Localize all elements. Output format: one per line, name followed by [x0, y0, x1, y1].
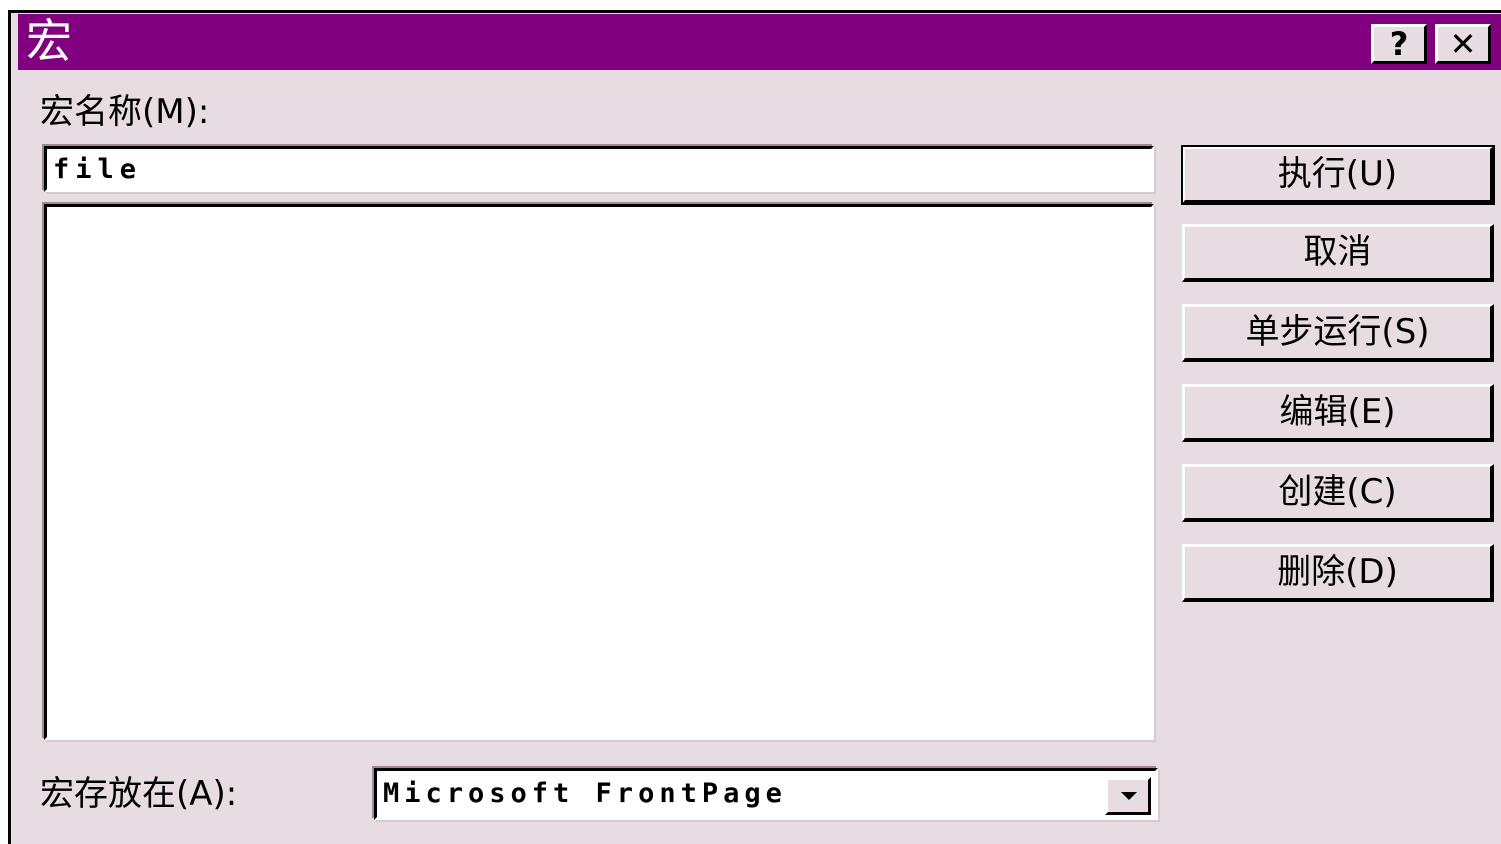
help-button[interactable]: ?: [1371, 24, 1427, 64]
macro-name-input[interactable]: file: [44, 146, 1154, 192]
macro-name-label: 宏名称(M):: [40, 92, 210, 132]
window-title: 宏: [26, 14, 72, 68]
macros-in-select[interactable]: Microsoft FrontPage: [374, 768, 1158, 820]
title-bar: 宏 ? ✕: [18, 14, 1501, 70]
macro-list[interactable]: [44, 204, 1154, 740]
delete-button[interactable]: 删除(D): [1182, 544, 1494, 602]
run-button[interactable]: 执行(U): [1181, 145, 1495, 205]
cancel-button[interactable]: 取消: [1182, 224, 1494, 282]
close-icon: ✕: [1449, 25, 1477, 63]
macros-in-value: Microsoft FrontPage: [383, 778, 787, 809]
help-icon: ?: [1389, 25, 1409, 63]
chevron-down-icon[interactable]: [1105, 777, 1151, 815]
edit-button[interactable]: 编辑(E): [1182, 384, 1494, 442]
close-button[interactable]: ✕: [1435, 24, 1491, 64]
macros-in-label: 宏存放在(A):: [40, 774, 238, 814]
step-into-button[interactable]: 单步运行(S): [1182, 304, 1494, 362]
create-button[interactable]: 创建(C): [1182, 464, 1494, 522]
macro-name-value: file: [53, 154, 143, 185]
